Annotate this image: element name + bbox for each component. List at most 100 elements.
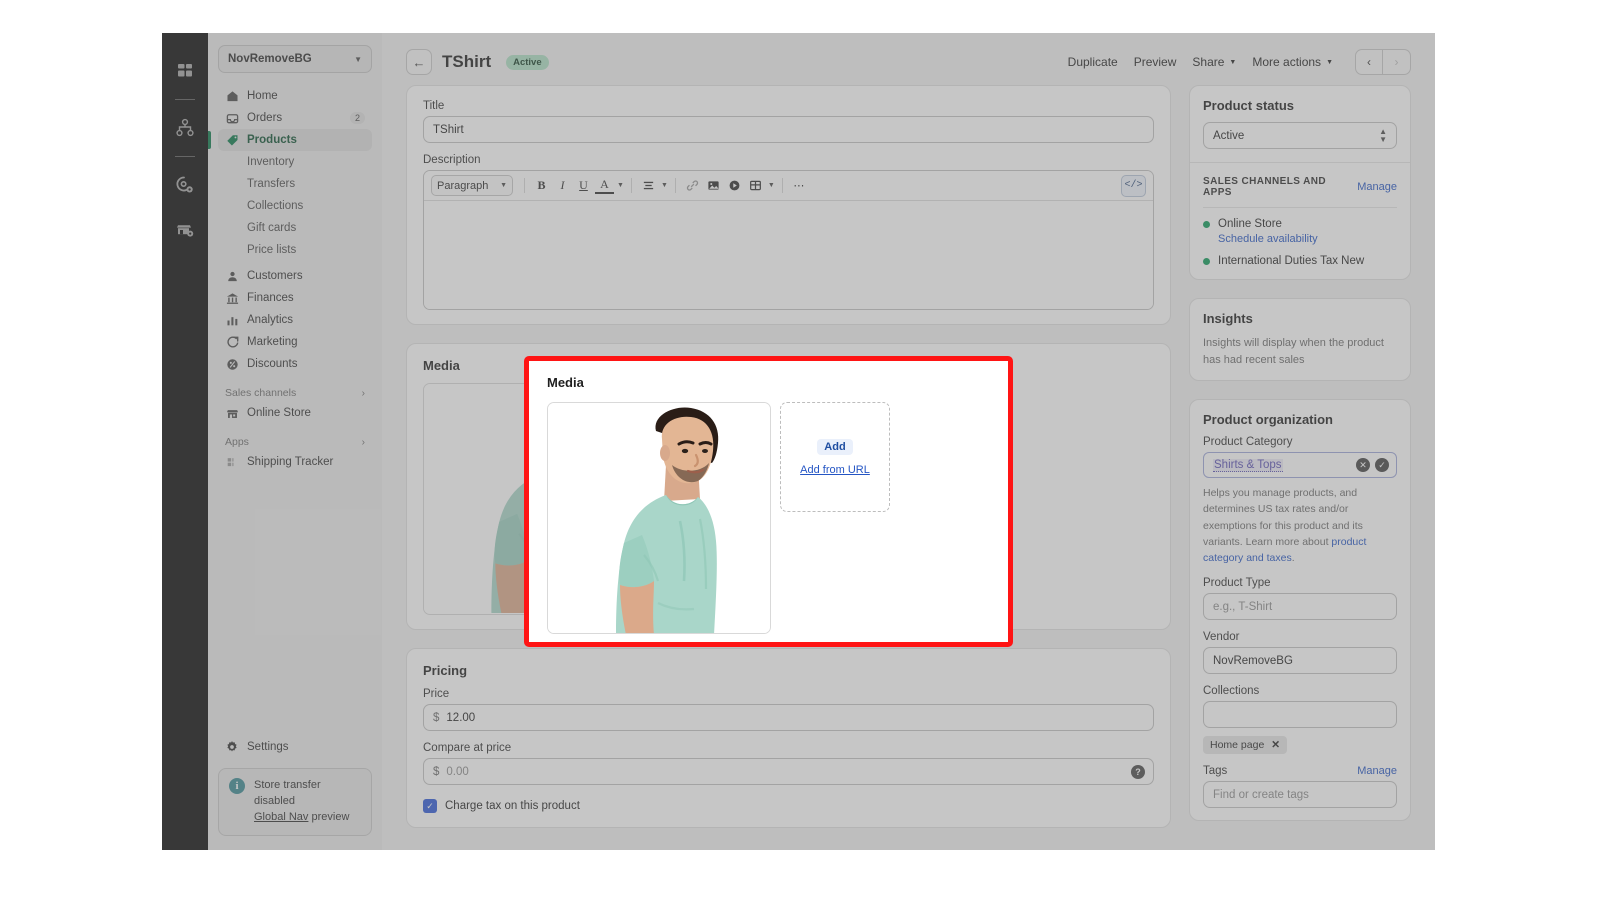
sidebar-item-label: Inventory [247, 156, 294, 168]
org-network-icon[interactable] [170, 113, 200, 143]
products-tag-icon [225, 133, 239, 147]
product-category-input[interactable]: Shirts & Tops ✕ ✓ [1203, 452, 1397, 478]
vendor-input[interactable]: NovRemoveBG [1203, 647, 1397, 674]
preview-label: Preview [1134, 55, 1177, 69]
sidebar-item-label: Discounts [247, 358, 298, 370]
code-view-icon[interactable]: </> [1121, 175, 1146, 197]
sidebar-item-customers[interactable]: Customers [218, 265, 372, 287]
toolbar-separator [524, 178, 525, 193]
global-nav-link[interactable]: Global Nav [254, 811, 308, 823]
product-type-field-label: Product Type [1203, 577, 1397, 589]
next-product-button[interactable]: › [1383, 49, 1411, 75]
editor-toolbar: Paragraph ▼ B I U A ▼ [424, 171, 1153, 201]
sidebar-item-label: Online Store [247, 407, 311, 419]
chevron-down-icon[interactable]: ▼ [617, 182, 624, 189]
manage-channels-link[interactable]: Manage [1357, 181, 1397, 193]
channel-label: International Duties Tax New [1218, 255, 1364, 267]
dashboard-grid-icon[interactable] [170, 56, 200, 86]
description-textarea[interactable] [424, 201, 1153, 309]
collections-input[interactable] [1203, 701, 1397, 728]
chevron-right-icon: › [362, 388, 365, 399]
sidebar-item-orders[interactable]: Orders 2 [218, 107, 372, 129]
sidebar-item-analytics[interactable]: Analytics [218, 309, 372, 331]
sidebar-item-online-store[interactable]: Online Store [218, 402, 372, 424]
header-actions: Duplicate Preview Share ▼ More actions ▼… [1068, 49, 1411, 75]
preview-button[interactable]: Preview [1134, 55, 1177, 69]
image-icon[interactable] [704, 175, 723, 196]
chevron-down-icon: ▼ [354, 55, 362, 64]
table-icon[interactable] [746, 175, 765, 196]
italic-icon[interactable]: I [553, 175, 572, 196]
storefront-icon [225, 406, 239, 420]
help-icon[interactable]: ? [1131, 765, 1145, 779]
store-transfer-line2: Global Nav preview [254, 810, 361, 826]
store-transfer-notice: i Store transfer disabled Global Nav pre… [218, 768, 372, 836]
info-icon: i [229, 778, 245, 794]
tags-row: Tags Manage [1203, 765, 1397, 777]
price-input[interactable]: $ 12.00 [423, 704, 1154, 731]
confirm-category-icon[interactable]: ✓ [1375, 458, 1389, 472]
collections-field-label: Collections [1203, 685, 1397, 697]
product-type-input[interactable]: e.g., T-Shirt [1203, 593, 1397, 620]
sidebar-item-settings[interactable]: Settings [218, 736, 372, 758]
compare-price-field-label: Compare at price [423, 742, 1154, 754]
sidebar-item-transfers[interactable]: Transfers [218, 173, 372, 195]
sidebar-item-shipping-tracker[interactable]: Shipping Tracker [218, 451, 372, 473]
sidebar-item-home[interactable]: Home [218, 85, 372, 107]
add-media-button-highlight[interactable]: Add [817, 439, 852, 455]
compare-price-placeholder: 0.00 [446, 766, 468, 778]
schedule-availability-link[interactable]: Schedule availability [1218, 233, 1397, 245]
block-format-select[interactable]: Paragraph ▼ [431, 175, 513, 196]
add-from-url-link-highlight[interactable]: Add from URL [800, 464, 870, 476]
clear-category-icon[interactable]: ✕ [1356, 458, 1370, 472]
sidebar-item-products[interactable]: Products [218, 129, 372, 151]
sidebar-item-marketing[interactable]: Marketing [218, 331, 372, 353]
sidebar-item-collections[interactable]: Collections [218, 195, 372, 217]
apps-header[interactable]: Apps › [218, 436, 372, 448]
chevron-down-icon[interactable]: ▼ [768, 182, 775, 189]
align-icon[interactable] [639, 175, 658, 196]
text-color-icon[interactable]: A [595, 177, 614, 194]
home-icon [225, 89, 239, 103]
category-field-label: Product Category [1203, 436, 1397, 448]
video-icon[interactable] [725, 175, 744, 196]
previous-product-button[interactable]: ‹ [1355, 49, 1383, 75]
store-switcher[interactable]: NovRemoveBG ▼ [218, 45, 372, 73]
currency-symbol: $ [433, 712, 439, 724]
remove-chip-icon[interactable]: ✕ [1271, 739, 1280, 751]
sales-channels-label: Sales channels [225, 387, 296, 399]
chevron-down-icon: ▼ [500, 182, 507, 189]
more-options-icon[interactable]: ⋯ [790, 175, 809, 196]
compare-at-price-input[interactable]: $ 0.00 ? [423, 758, 1154, 785]
more-actions-button[interactable]: More actions ▼ [1252, 55, 1333, 69]
product-image-thumbnail-highlight[interactable] [547, 402, 771, 634]
manage-tags-link[interactable]: Manage [1357, 765, 1397, 777]
product-status-select[interactable]: Active ▲▼ [1203, 122, 1397, 149]
category-help-text: Helps you manage products, and determine… [1203, 485, 1397, 566]
orders-count-badge: 2 [350, 112, 365, 124]
finances-bank-icon [225, 291, 239, 305]
settings-circle-icon[interactable] [170, 170, 200, 200]
sales-channels-header[interactable]: Sales channels › [218, 387, 372, 399]
sidebar-item-finances[interactable]: Finances [218, 287, 372, 309]
underline-icon[interactable]: U [574, 175, 593, 196]
store-settings-icon[interactable] [170, 214, 200, 244]
pricing-card-title: Pricing [423, 663, 1154, 678]
media-dropzone-highlight[interactable]: Add Add from URL [780, 402, 890, 512]
sidebar-item-discounts[interactable]: Discounts [218, 353, 372, 375]
vendor-field-label: Vendor [1203, 631, 1397, 643]
link-icon[interactable] [683, 175, 702, 196]
tags-input[interactable]: Find or create tags [1203, 781, 1397, 808]
share-button[interactable]: Share ▼ [1192, 55, 1236, 69]
title-input[interactable]: TShirt [423, 116, 1154, 143]
chevron-down-icon[interactable]: ▼ [661, 182, 668, 189]
product-pager: ‹ › [1355, 49, 1411, 75]
sidebar-item-price-lists[interactable]: Price lists [218, 239, 372, 261]
sidebar-item-gift-cards[interactable]: Gift cards [218, 217, 372, 239]
duplicate-button[interactable]: Duplicate [1068, 55, 1118, 69]
page-header: ← TShirt Active Duplicate Preview Share … [382, 33, 1435, 85]
bold-icon[interactable]: B [532, 175, 551, 196]
charge-tax-checkbox[interactable]: ✓ [423, 799, 437, 813]
sidebar-item-inventory[interactable]: Inventory [218, 151, 372, 173]
back-button[interactable]: ← [406, 49, 432, 75]
